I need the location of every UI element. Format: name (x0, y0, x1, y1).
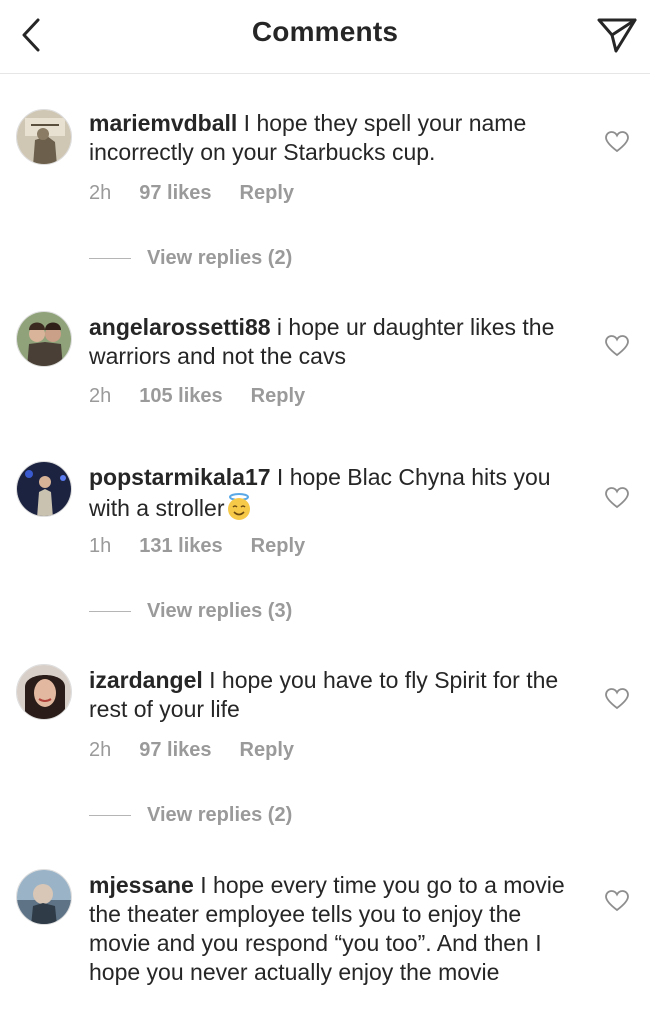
comment-username[interactable]: angelarossetti88 (89, 314, 271, 340)
heart-icon[interactable] (604, 686, 630, 712)
page-title: Comments (251, 16, 399, 47)
heart-icon[interactable] (604, 485, 630, 511)
view-replies-label: View replies (2) (147, 804, 293, 826)
comment-time: 1h (89, 535, 112, 557)
comment-meta: 2h 97 likes Reply (89, 182, 322, 205)
comments-screen: Comments mariemvdball I hope they spell … (0, 0, 650, 1035)
comment-likes[interactable]: 97 likes (139, 739, 211, 762)
comment-time: 2h (89, 739, 112, 761)
comment-body: mjessane I hope every time you go to a m… (89, 871, 579, 987)
comment-username[interactable]: mjessane (89, 872, 194, 898)
view-replies-label: View replies (3) (147, 600, 293, 622)
replies-divider (89, 611, 131, 612)
reply-button[interactable]: Reply (240, 182, 294, 205)
heart-icon[interactable] (604, 333, 630, 359)
view-replies-button[interactable]: View replies (3) (89, 600, 292, 623)
avatar[interactable] (16, 311, 72, 367)
avatar[interactable] (16, 109, 72, 165)
comment-likes[interactable]: 97 likes (139, 182, 211, 205)
comment-body: popstarmikala17 I hope Blac Chyna hits y… (89, 463, 579, 523)
paper-plane-icon (597, 18, 637, 53)
comment-likes[interactable]: 131 likes (139, 535, 222, 558)
comment-time: 2h (89, 385, 112, 407)
comment-body: izardangel I hope you have to fly Spirit… (89, 666, 579, 724)
replies-divider (89, 258, 131, 259)
heart-icon[interactable] (604, 129, 630, 155)
smiling-face-with-halo-icon (224, 492, 254, 522)
comment-meta: 2h 105 likes Reply (89, 385, 333, 408)
comment-username[interactable]: mariemvdball (89, 110, 237, 136)
avatar[interactable] (16, 664, 72, 720)
comment-meta: 1h 131 likes Reply (89, 535, 333, 558)
avatar[interactable] (16, 869, 72, 925)
reply-button[interactable]: Reply (240, 739, 294, 762)
avatar[interactable] (16, 461, 72, 517)
comment-username[interactable]: izardangel (89, 667, 203, 693)
view-replies-button[interactable]: View replies (2) (89, 804, 292, 827)
reply-button[interactable]: Reply (251, 385, 305, 408)
header-bar: Comments (0, 0, 650, 74)
comment-body: mariemvdball I hope they spell your name… (89, 109, 579, 167)
view-replies-label: View replies (2) (147, 247, 293, 269)
comment-time: 2h (89, 182, 112, 204)
view-replies-button[interactable]: View replies (2) (89, 247, 292, 270)
share-button[interactable] (594, 12, 640, 58)
comment-body: angelarossetti88 i hope ur daughter like… (89, 313, 579, 371)
replies-divider (89, 815, 131, 816)
comment-username[interactable]: popstarmikala17 (89, 464, 271, 490)
comment-meta: 2h 97 likes Reply (89, 739, 322, 762)
reply-button[interactable]: Reply (251, 535, 305, 558)
heart-icon[interactable] (604, 888, 630, 914)
comment-likes[interactable]: 105 likes (139, 385, 222, 408)
